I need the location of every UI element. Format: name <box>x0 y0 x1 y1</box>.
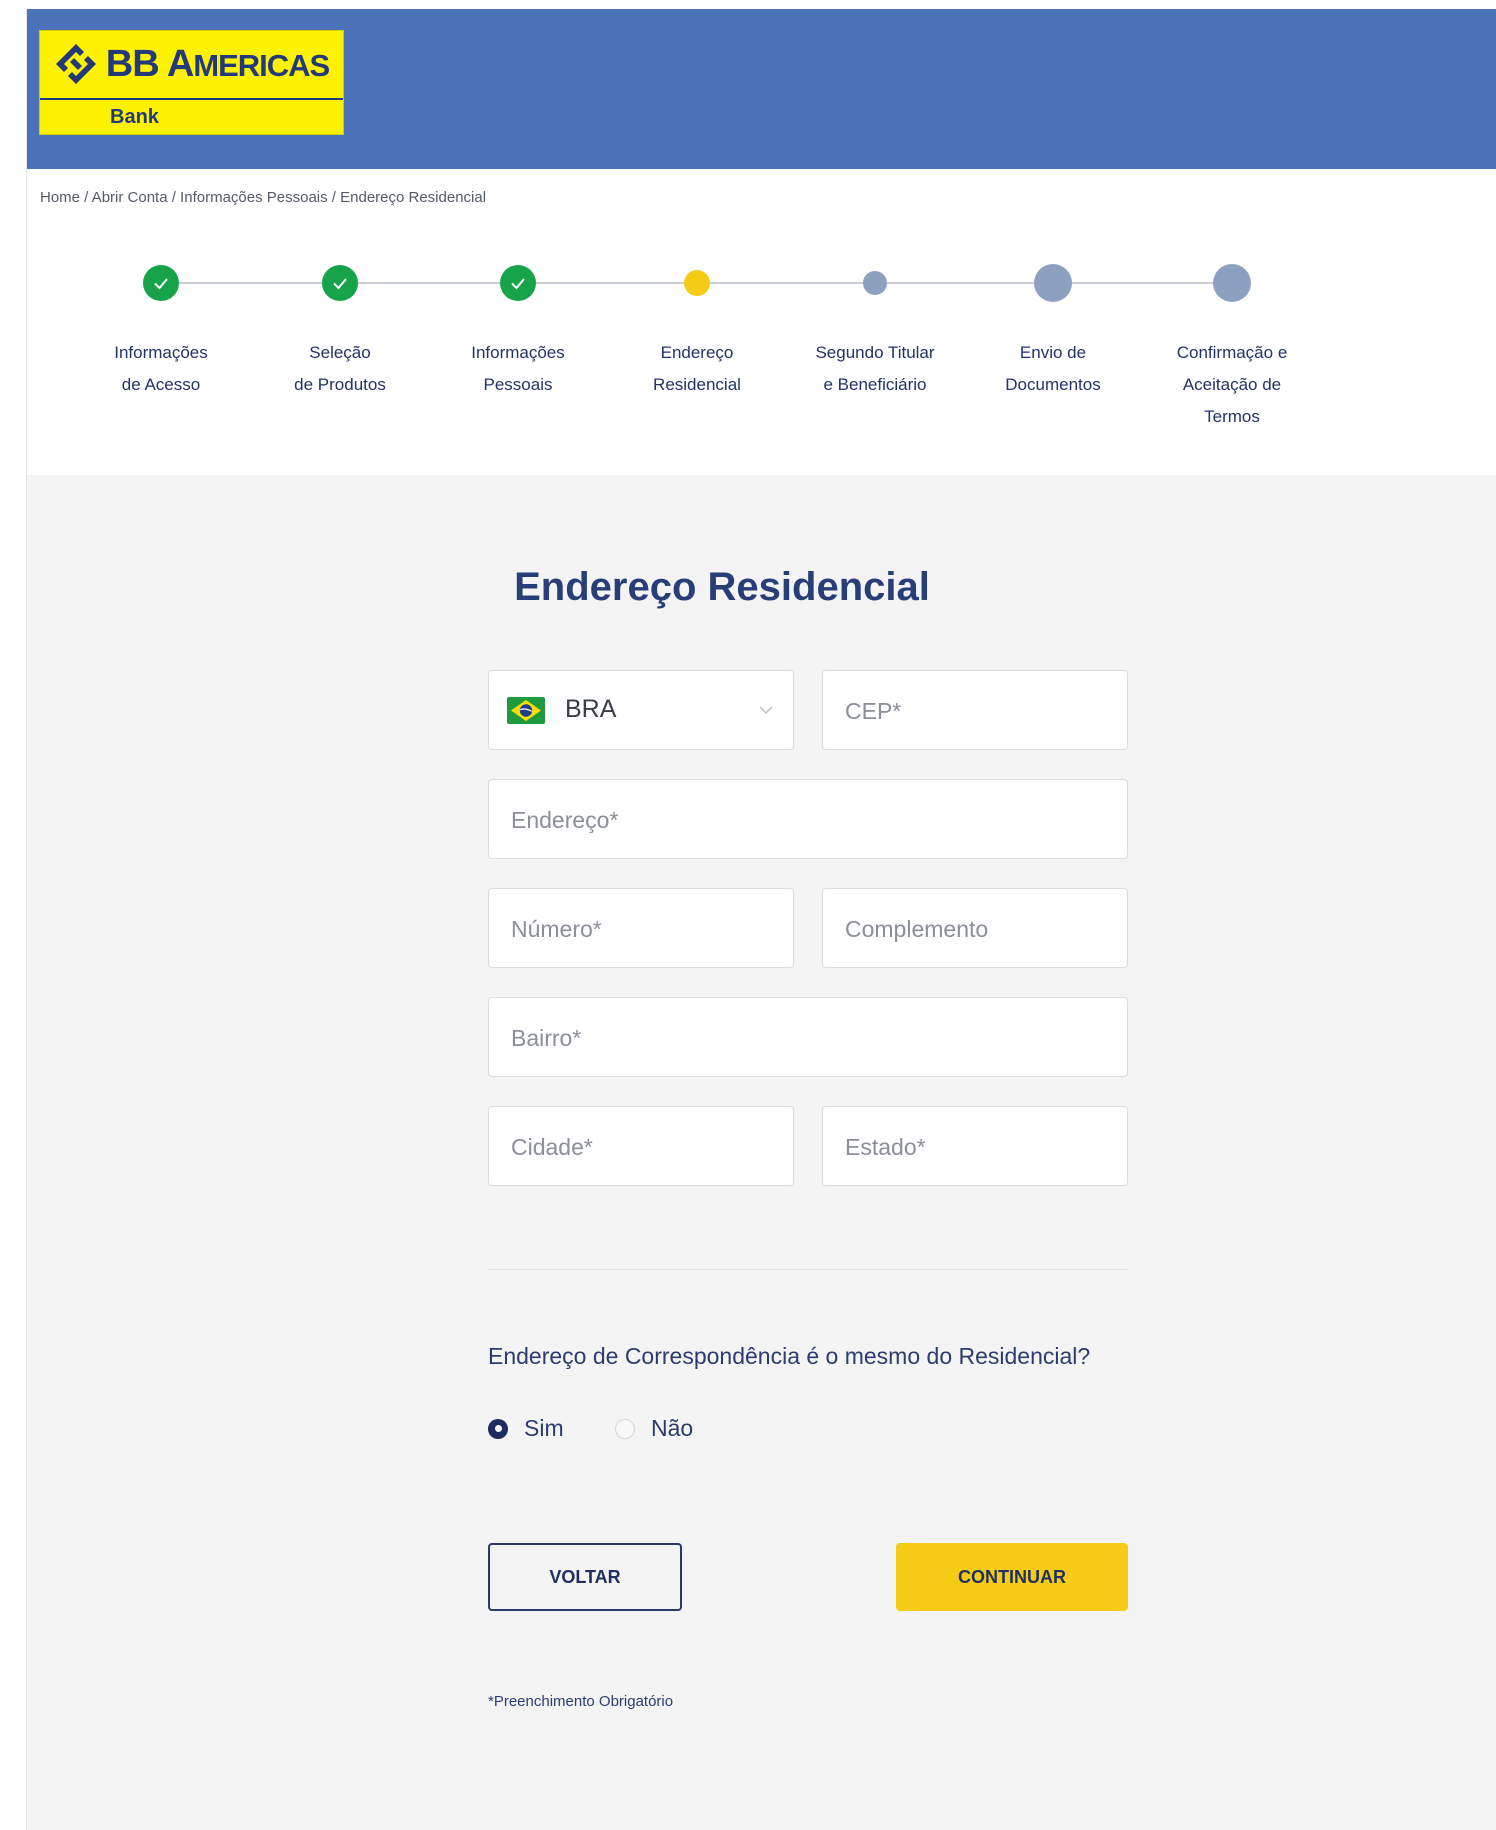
brand-sub: Bank <box>110 106 159 128</box>
step-label: Seleção de Produtos <box>294 343 386 394</box>
section-divider <box>488 1269 1128 1270</box>
step-informacoes-pessoais: Informações Pessoais <box>433 249 603 394</box>
logo-top: BB AMERICAS <box>40 31 343 97</box>
step-done-marker <box>500 265 536 301</box>
endereco-field <box>488 779 1128 860</box>
endereco-input[interactable] <box>509 780 1111 860</box>
step-endereco-residencial: Endereço Residencial <box>612 249 782 394</box>
radio-sim[interactable]: Sim <box>488 1415 564 1442</box>
bb-logo-icon <box>55 44 96 84</box>
page-title: Endereço Residencial <box>514 565 930 609</box>
mailing-question: Endereço de Correspondência é o mesmo do… <box>488 1343 1091 1369</box>
check-icon <box>511 278 525 290</box>
voltar-button[interactable]: VOLTAR <box>488 1543 682 1611</box>
brand-logo[interactable]: BB AMERICAS Bank <box>39 30 344 135</box>
complemento-input[interactable] <box>843 889 1111 969</box>
bairro-input[interactable] <box>509 998 1111 1078</box>
radio-unselected-indicator[interactable] <box>615 1418 635 1439</box>
step-pending-marker <box>863 271 887 295</box>
required-note: *Preenchimento Obrigatório <box>488 1693 674 1710</box>
radio-nao[interactable]: Não <box>615 1415 693 1442</box>
site-header: BB AMERICAS Bank <box>27 9 1496 169</box>
step-pending-marker <box>1213 264 1251 302</box>
country-select[interactable]: BRA <box>488 670 794 750</box>
radio-sim-label: Sim <box>524 1415 564 1441</box>
step-informacoes-acesso: Informações de Acesso <box>76 249 246 394</box>
continuar-button[interactable]: CONTINUAR <box>896 1543 1128 1611</box>
step-label: Informações Pessoais <box>471 343 565 394</box>
step-done-marker <box>143 265 179 301</box>
radio-nao-label: Não <box>651 1415 694 1441</box>
radio-selected-indicator[interactable] <box>488 1418 508 1439</box>
step-selecao-produtos: Seleção de Produtos <box>255 249 425 394</box>
cep-input[interactable] <box>843 671 1111 751</box>
complemento-field <box>822 888 1128 969</box>
page-frame: BB AMERICAS Bank Home / Abrir Conta / In… <box>26 9 1496 1830</box>
progress-stepper: Informações de Acesso Seleção de Produtos … <box>27 249 1496 429</box>
estado-input[interactable] <box>843 1107 1111 1187</box>
step-label: Segundo Titular e Beneficiário <box>815 343 935 394</box>
check-icon <box>333 278 347 290</box>
brand-name: BB AMERICAS <box>105 42 330 85</box>
step-label: Envio de Documentos <box>1005 343 1101 394</box>
step-label: Endereço Residencial <box>653 343 741 394</box>
brazil-flag-icon <box>507 697 545 724</box>
cidade-field <box>488 1106 794 1187</box>
numero-field <box>488 888 794 969</box>
logo-divider <box>40 98 343 100</box>
step-current-marker <box>684 270 710 296</box>
step-pending-marker <box>1034 264 1072 302</box>
check-icon <box>154 278 168 290</box>
country-value: BRA <box>565 695 617 723</box>
step-done-marker <box>322 265 358 301</box>
numero-input[interactable] <box>509 889 777 969</box>
cidade-input[interactable] <box>509 1107 777 1187</box>
step-label: Informações de Acesso <box>114 343 208 394</box>
cep-field <box>822 670 1128 751</box>
step-confirmacao-termos: Confirmação e Aceitação de Termos <box>1147 249 1317 426</box>
form-section: Endereço Residencial BRA CEP* Endereço* … <box>27 475 1496 1830</box>
breadcrumb[interactable]: Home / Abrir Conta / Informações Pessoai… <box>40 189 486 206</box>
step-segundo-titular: Segundo Titular e Beneficiário <box>790 249 960 394</box>
step-label: Confirmação e Aceitação de Termos <box>1176 343 1288 426</box>
chevron-down-icon <box>759 706 773 715</box>
bairro-field <box>488 997 1128 1078</box>
step-envio-documentos: Envio de Documentos <box>968 249 1138 394</box>
estado-field <box>822 1106 1128 1187</box>
